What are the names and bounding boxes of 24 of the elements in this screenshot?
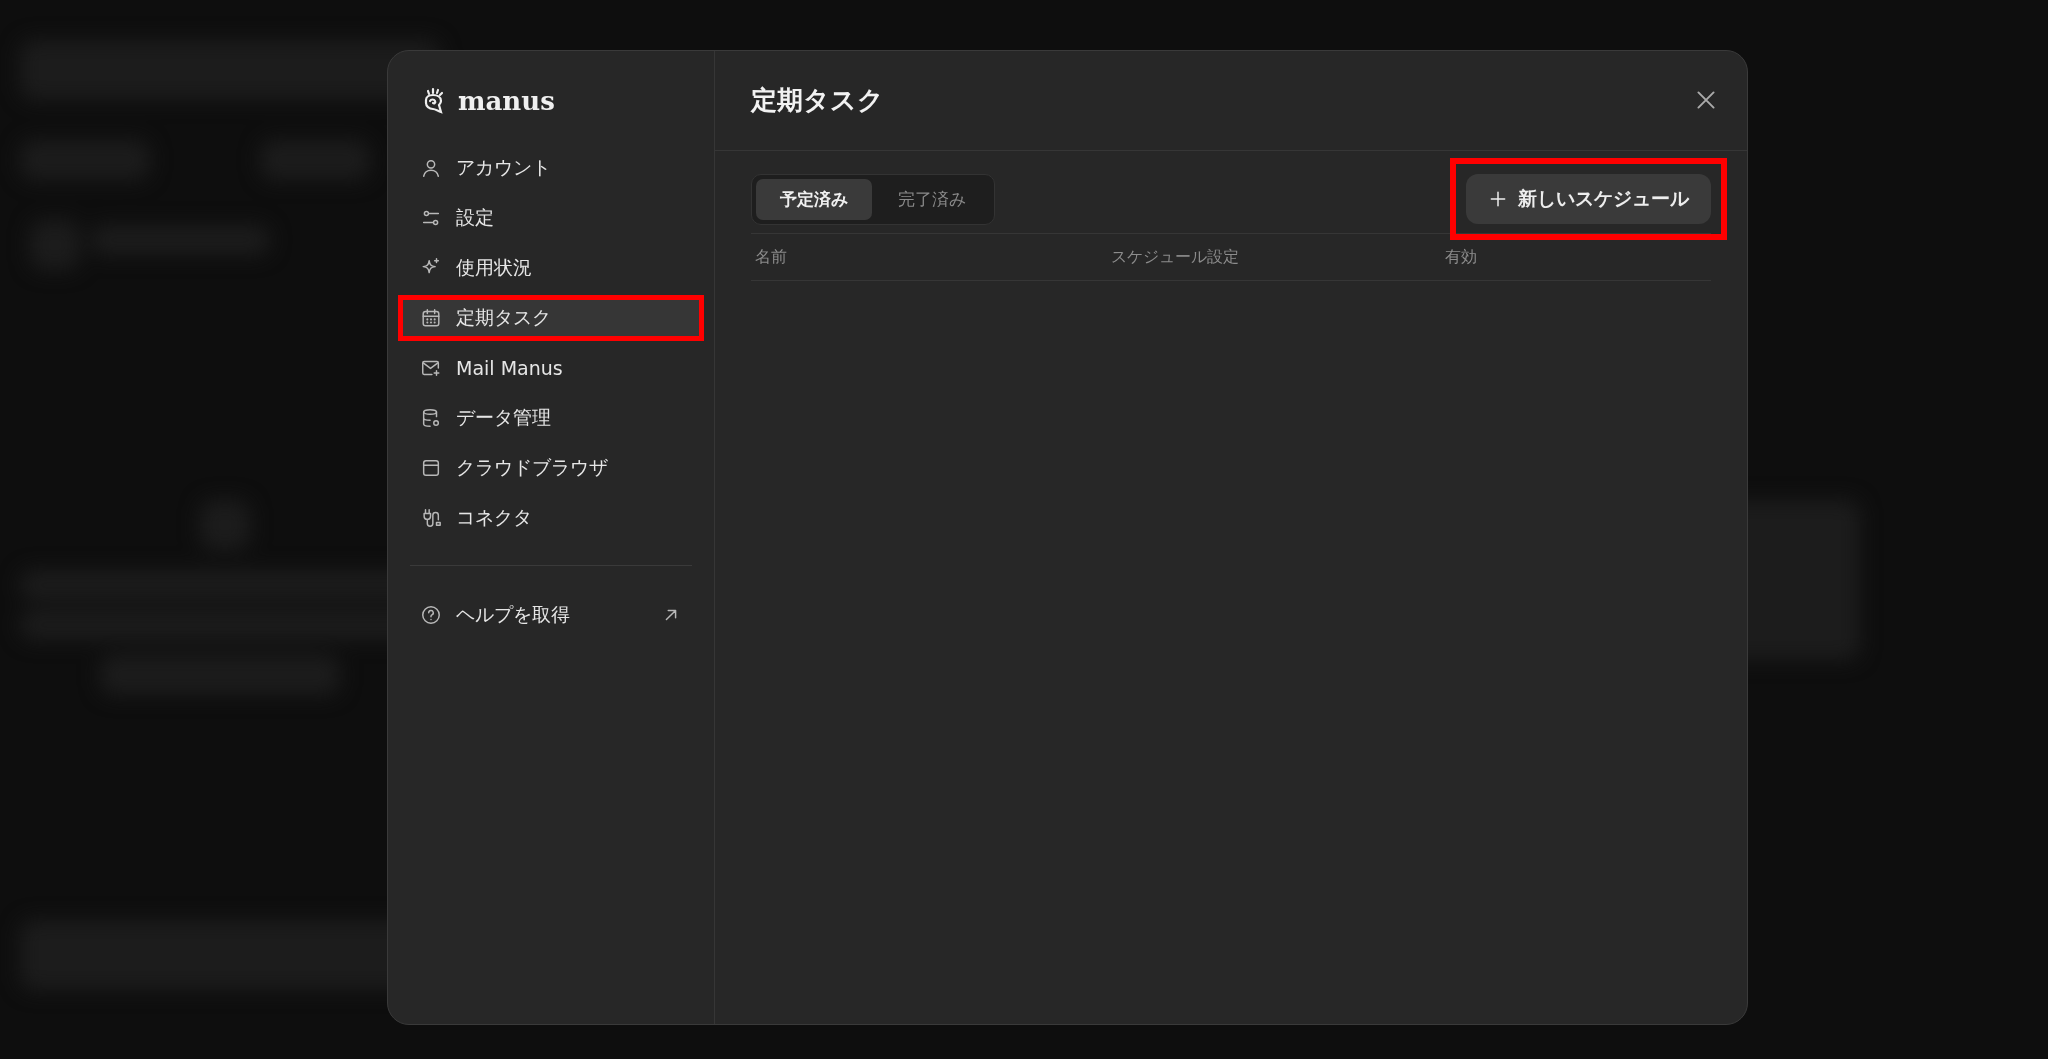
sidebar-item[interactable]: 設定 bbox=[398, 195, 704, 241]
plus-icon bbox=[1488, 189, 1508, 209]
column-header: 有効 bbox=[1444, 246, 1478, 268]
browser-window-icon bbox=[420, 457, 442, 479]
tab[interactable]: 予定済み bbox=[756, 178, 872, 220]
sidebar-item[interactable]: 使用状況 bbox=[398, 245, 704, 291]
sidebar-item[interactable]: クラウドブラウザ bbox=[398, 445, 704, 491]
sidebar-item[interactable]: Mail Manus bbox=[398, 345, 704, 391]
sidebar-item[interactable]: コネクタ bbox=[398, 495, 704, 541]
column-header: スケジュール設定 bbox=[1110, 246, 1240, 268]
logo-wordmark: manus bbox=[458, 86, 555, 116]
tab[interactable]: 完了済み bbox=[874, 178, 990, 220]
calendar-icon bbox=[420, 307, 442, 329]
sidebar-item[interactable]: データ管理 bbox=[398, 395, 704, 441]
help-icon bbox=[420, 604, 442, 626]
plug-cable-icon bbox=[420, 507, 442, 529]
person-icon bbox=[420, 157, 442, 179]
column-header: 名前 bbox=[754, 246, 788, 268]
dialog-title: 定期タスク bbox=[751, 84, 884, 117]
sidebar-item[interactable]: アカウント bbox=[398, 145, 704, 191]
new-schedule-button[interactable]: 新しいスケジュール bbox=[1466, 174, 1711, 224]
sidebar-item[interactable]: 定期タスク bbox=[398, 295, 704, 341]
database-gear-icon bbox=[420, 407, 442, 429]
help-link[interactable]: ヘルプを取得 bbox=[398, 592, 704, 638]
